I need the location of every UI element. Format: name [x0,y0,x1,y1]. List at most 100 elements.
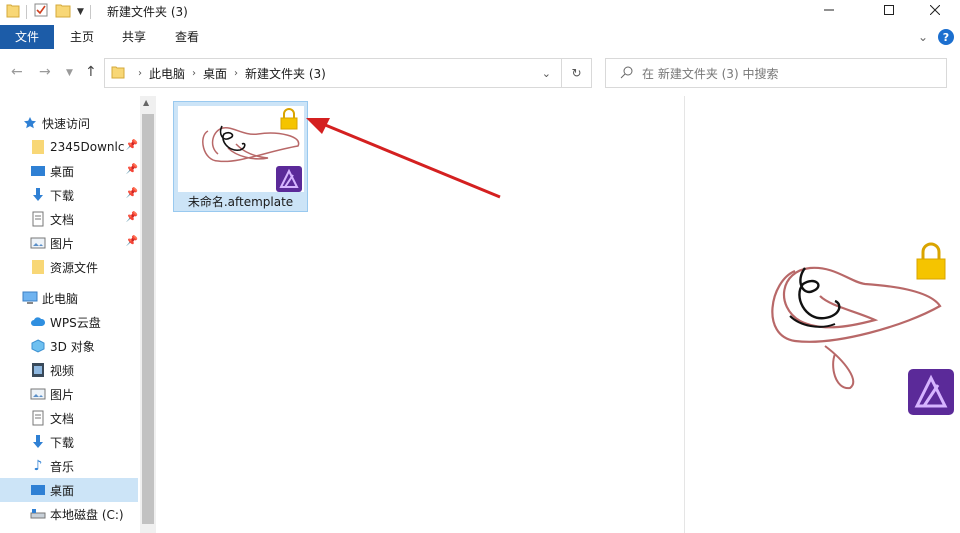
refresh-button[interactable]: ↻ [562,58,592,88]
close-icon [929,4,941,18]
help-icon[interactable]: ? [938,29,954,45]
desktop-icon [30,163,46,179]
drive-icon [30,506,46,522]
annotation-arrow [306,118,501,199]
breadcrumb-desktop[interactable]: 桌面 [203,65,227,82]
nav-item-videos[interactable]: 视频 [30,358,140,382]
nav-label: 文档 [50,411,75,426]
nav-label: 资源文件 [50,260,99,275]
window-title: 新建文件夹 (3) [107,5,188,19]
pin-icon: 📌 [125,212,138,223]
nav-scrollbar[interactable]: ▲ [140,96,156,533]
folder-icon [111,65,125,82]
nav-item-documents-pinned[interactable]: 文档 📌 [30,207,140,231]
nav-item-desktop-pinned[interactable]: 桌面 📌 [30,159,140,183]
preview-pane [685,96,960,533]
forward-icon[interactable]: → [39,64,51,80]
nav-label: 本地磁盘 (C:) [50,507,124,522]
document-icon [30,410,46,426]
nav-item-downloads[interactable]: 下载 [30,430,140,454]
pin-icon: 📌 [125,164,138,175]
chevron-down-icon[interactable]: ▼ [77,7,84,17]
nav-label: 桌面 [50,164,75,179]
download-icon [30,434,46,450]
tab-home[interactable]: 主页 [60,25,104,49]
chevron-right-icon: › [138,67,142,79]
nav-item-pictures[interactable]: 图片 [30,382,140,406]
search-placeholder: 在 新建文件夹 (3) 中搜索 [642,66,779,81]
folder-icon [30,259,46,275]
up-icon[interactable]: ↑ [85,64,97,80]
search-icon [620,65,634,82]
nav-label: 下载 [50,188,75,203]
nav-label: 3D 对象 [50,339,95,354]
picture-icon [30,235,46,251]
nav-item-pictures-pinned[interactable]: 图片 📌 [30,231,140,255]
pin-icon: 📌 [125,236,138,247]
nav-label: 2345Downlc [50,140,125,154]
close-button[interactable] [912,0,958,22]
scroll-thumb[interactable] [142,114,154,524]
nav-label: 此电脑 [42,291,79,306]
nav-item-2345downloads[interactable]: 2345Downlc 📌 [30,135,140,159]
back-icon[interactable]: ← [11,64,23,80]
nav-label: 视频 [50,363,75,378]
folder-icon [30,139,46,155]
file-list: 未命名.aftemplate [158,96,684,533]
refresh-icon: ↻ [571,66,582,80]
picture-icon [30,386,46,402]
pin-icon: 📌 [125,188,138,199]
nav-label: 文档 [50,212,75,227]
nav-label: 下载 [50,435,75,450]
nav-label: 图片 [50,387,75,402]
nav-label: 桌面 [50,483,75,498]
scroll-up-icon[interactable]: ▲ [143,98,149,107]
nav-item-wps-cloud[interactable]: WPS云盘 [30,310,140,334]
pin-icon: 📌 [125,140,138,151]
desktop-icon [30,482,46,498]
nav-item-documents[interactable]: 文档 [30,406,140,430]
folder-icon[interactable] [6,2,20,21]
chevron-down-icon[interactable]: ⌄ [542,67,551,80]
nav-item-resource-files[interactable]: 资源文件 [30,255,140,279]
chevron-down-icon[interactable]: ⌄ [918,30,928,44]
minimize-button[interactable] [806,0,852,22]
title-bar: ▼ 新建文件夹 (3) [0,0,960,22]
address-bar[interactable]: › 此电脑 › 桌面 › 新建文件夹 (3) ⌄ [104,58,562,88]
nav-item-3d-objects[interactable]: 3D 对象 [30,334,140,358]
nav-item-downloads-pinned[interactable]: 下载 📌 [30,183,140,207]
nav-label: 图片 [50,236,75,251]
nav-item-music[interactable]: ♪ 音乐 [30,454,140,478]
maximize-icon [884,4,894,18]
chevron-right-icon: › [192,67,197,79]
cube-icon [30,338,46,354]
maximize-button[interactable] [866,0,912,22]
affinity-icon [908,369,954,418]
address-row: ← → ▼ ↑ › 此电脑 › 桌面 › 新建文件夹 (3) ⌄ ↻ 在 新建文… [0,56,960,90]
tab-share[interactable]: 共享 [112,25,156,49]
breadcrumb-current-folder[interactable]: 新建文件夹 (3) [245,65,326,82]
cloud-icon [30,314,46,330]
music-icon: ♪ [33,458,43,474]
computer-icon [22,290,38,306]
minimize-icon [824,4,834,18]
nav-item-local-disk-c[interactable]: 本地磁盘 (C:) [30,502,140,526]
video-icon [30,362,46,378]
quick-access-toolbar: ▼ [6,2,91,21]
nav-label: 快速访问 [42,116,91,131]
chevron-right-icon: › [234,67,239,79]
checkbox-icon[interactable] [33,2,49,21]
tab-view[interactable]: 查看 [165,25,209,49]
search-input[interactable]: 在 新建文件夹 (3) 中搜索 [605,58,947,88]
breadcrumb-this-pc[interactable]: 此电脑 [149,65,185,82]
document-icon [30,211,46,227]
download-icon [30,187,46,203]
navigation-pane: 快速访问 2345Downlc 📌 桌面 📌 下载 📌 文档 📌 图片 📌 资源… [0,96,156,533]
ribbon-tabs: 文件 主页 共享 查看 ⌄ ? [0,25,960,49]
folder-icon[interactable] [55,2,71,21]
recent-dropdown-icon[interactable]: ▼ [66,68,73,78]
nav-item-desktop[interactable]: 桌面 [0,478,138,502]
tab-file[interactable]: 文件 [0,25,54,49]
nav-label: WPS云盘 [50,315,101,330]
nav-label: 音乐 [50,459,75,474]
